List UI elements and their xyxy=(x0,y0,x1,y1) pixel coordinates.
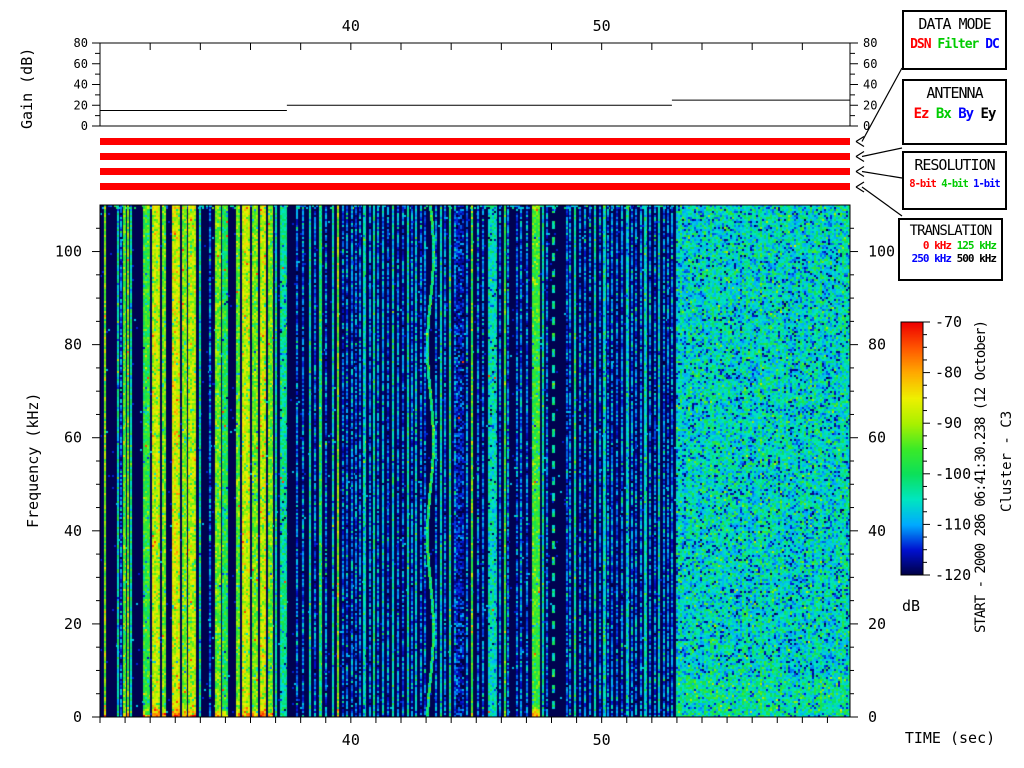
colorbar-tick-label: -90 xyxy=(935,414,962,432)
colorbar-tick-label: -80 xyxy=(935,364,962,382)
time-tick-label-top: 50 xyxy=(593,17,611,35)
legend-item-by: By xyxy=(958,106,974,122)
gain-ytick-label: 0 xyxy=(863,119,870,133)
freq-ytick-label: 100 xyxy=(55,243,82,261)
freq-ytick-label: 60 xyxy=(868,429,886,447)
freq-ytick-label: 0 xyxy=(73,708,82,726)
start-time-label: START - 2000 286 06:41:30.238 (12 Octobe… xyxy=(973,320,989,633)
freq-ytick-label: 0 xyxy=(868,708,877,726)
legend-arrowhead xyxy=(855,181,865,188)
status-bar-1 xyxy=(100,153,850,160)
legend-item-0-khz: 0 kHz xyxy=(922,239,952,252)
status-bar-2 xyxy=(100,168,850,175)
legend-items-resolution: 8-bit 4-bit 1-bit xyxy=(904,178,1005,190)
legend-item-4-bit: 4-bit xyxy=(941,178,969,190)
legend-items-translation: 0 kHz 125 kHz xyxy=(900,239,1001,252)
legend-item-1-bit: 1-bit xyxy=(973,178,1001,190)
legend-item-bx: Bx xyxy=(935,106,952,122)
freq-ytick-label: 80 xyxy=(64,336,82,354)
legend-item-8-bit: 8-bit xyxy=(909,178,937,190)
colorbar-tick-label: -70 xyxy=(935,313,962,331)
time-tick-label-top: 40 xyxy=(342,17,360,35)
freq-ytick-label: 40 xyxy=(64,522,82,540)
legend-title-antenna: ANTENNA xyxy=(926,84,983,102)
legend-box-data-mode: DATA MODE DSN Filter DC xyxy=(902,10,1007,70)
legend-item-125-khz: 125 kHz xyxy=(956,239,997,252)
legend-item-dsn: DSN xyxy=(910,37,932,52)
freq-ytick-label: 60 xyxy=(64,429,82,447)
colorbar-tick-label: -100 xyxy=(935,465,971,483)
legend-title-data-mode: DATA MODE xyxy=(918,15,991,33)
freq-ytick-label: 100 xyxy=(868,243,895,261)
legend-item-ez: Ez xyxy=(913,106,930,122)
status-bar-0 xyxy=(100,138,850,145)
spacecraft-label: Cluster - C3 xyxy=(999,410,1015,512)
legend-items-antenna: Ez Bx By Ey xyxy=(904,106,1005,122)
legend-connector xyxy=(861,170,903,179)
time-axis-label: TIME (sec) xyxy=(904,729,996,747)
legend-title-translation: TRANSLATION xyxy=(909,223,993,239)
legend-connector xyxy=(861,147,903,158)
legend-box-antenna: ANTENNA Ez Bx By Ey xyxy=(902,79,1007,145)
legend-arrowhead xyxy=(855,165,865,173)
legend-items-data-mode: DSN Filter DC xyxy=(904,37,1005,52)
gain-ytick-label: 80 xyxy=(74,36,88,50)
axes-layer: 0 0 20 20 40 40 60 60 80 80 40 50 0 0 20 20 40 40 60 60 80 80… xyxy=(55,17,971,749)
legend-connector xyxy=(861,186,903,217)
gain-ytick-label: 40 xyxy=(74,78,88,92)
legend-box-resolution: RESOLUTION 8-bit 4-bit 1-bit xyxy=(902,151,1007,210)
colorbar-unit-label: dB xyxy=(902,597,921,615)
gain-plot-frame xyxy=(99,42,851,127)
legend-arrowhead xyxy=(855,170,865,178)
legend-box-translation: TRANSLATION 0 kHz 125 kHz 250 kHz 500 kHz xyxy=(898,218,1003,281)
legend-item-dc: DC xyxy=(985,37,1000,52)
legend-arrowhead xyxy=(855,155,865,163)
gain-ytick-label: 20 xyxy=(863,98,877,112)
spectrogram-frame xyxy=(99,204,851,718)
gain-ytick-label: 40 xyxy=(863,78,877,92)
legend-item-250-khz: 250 kHz xyxy=(911,252,952,265)
legend-arrowhead xyxy=(855,140,865,148)
colorbar-frame xyxy=(900,321,924,576)
gain-ytick-label: 60 xyxy=(74,57,88,71)
wbd-display: 0 0 20 20 40 40 60 60 80 80 40 50 0 0 20 20 40 40 60 60 80 80… xyxy=(0,0,1024,768)
time-tick-label-bottom: 40 xyxy=(342,731,360,749)
gain-ytick-label: 20 xyxy=(74,98,88,112)
status-bar-3 xyxy=(100,183,850,190)
freq-ytick-label: 20 xyxy=(868,615,886,633)
gain-ytick-label: 0 xyxy=(81,119,88,133)
legend-item-filter: Filter xyxy=(937,37,979,52)
gain-ytick-label: 80 xyxy=(863,36,877,50)
frequency-axis-label: Frequency (kHz) xyxy=(24,392,42,528)
colorbar-tick-label: -110 xyxy=(935,515,971,533)
legend-item-500-khz: 500 kHz xyxy=(956,252,997,265)
colorbar-tick-label: -120 xyxy=(935,566,971,584)
legend-title-resolution: RESOLUTION xyxy=(914,156,995,174)
gain-ytick-label: 60 xyxy=(863,57,877,71)
freq-ytick-label: 80 xyxy=(868,336,886,354)
legend-item-ey: Ey xyxy=(980,106,997,122)
gain-axis-label: Gain (dB) xyxy=(18,47,36,129)
freq-ytick-label: 40 xyxy=(868,522,886,540)
time-tick-label-bottom: 50 xyxy=(593,731,611,749)
freq-ytick-label: 20 xyxy=(64,615,82,633)
legend-items-translation: 250 kHz 500 kHz xyxy=(900,252,1001,265)
